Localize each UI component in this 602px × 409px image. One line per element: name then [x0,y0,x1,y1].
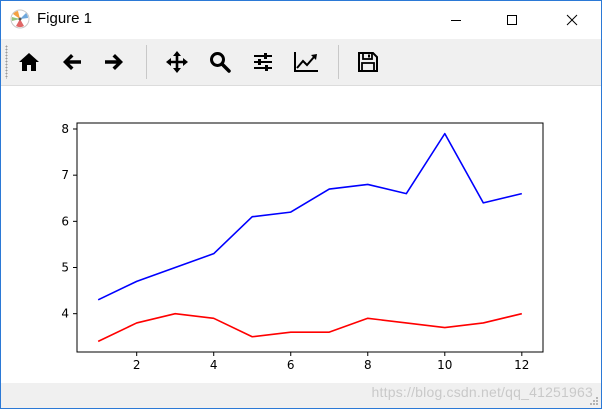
figure-canvas[interactable]: 2 4 6 8 10 12 4 5 6 7 8 [1,86,601,383]
x-tick-label: 4 [210,358,218,372]
subplots-icon [254,53,272,71]
watermark-text: https://blog.csdn.net/qq_41251963 [371,384,593,400]
y-tick-label: 6 [61,214,69,228]
maximize-icon [507,15,517,25]
x-tick-label: 8 [364,358,372,372]
line-chart[interactable]: 2 4 6 8 10 12 4 5 6 7 8 [1,86,601,383]
toolbar-separator [338,45,339,79]
y-tick-label: 7 [61,168,69,182]
y-tick-label: 8 [61,122,69,136]
y-tick-label: 5 [61,261,69,275]
toolbar-separator [146,45,147,79]
x-tick-label: 10 [437,358,452,372]
toolbar-grip[interactable] [5,45,8,79]
minimize-icon [451,20,461,21]
zoom-icon [210,52,231,73]
back-button[interactable] [56,46,88,78]
minimize-button[interactable] [433,1,479,39]
pan-button[interactable] [161,46,193,78]
title-bar[interactable]: Figure 1 [1,1,601,39]
navigation-toolbar [1,39,601,86]
zoom-button[interactable] [204,46,236,78]
save-icon [358,52,378,72]
matplotlib-logo-icon [10,9,30,29]
back-icon [63,54,81,70]
forward-icon [105,54,123,70]
edit-axis-icon [294,52,318,72]
save-button[interactable] [352,46,384,78]
resize-grip-icon[interactable] [589,396,599,406]
forward-button[interactable] [98,46,130,78]
home-button[interactable] [13,46,45,78]
plot-area[interactable] [76,122,544,353]
close-button[interactable] [549,1,595,39]
status-bar: https://blog.csdn.net/qq_41251963 [1,383,601,408]
configure-subplots-button[interactable] [247,46,279,78]
y-tick-label: 4 [61,307,69,321]
x-tick-label: 6 [287,358,295,372]
edit-axis-button[interactable] [290,46,322,78]
maximize-button[interactable] [489,1,535,39]
x-tick-label: 12 [514,358,529,372]
pan-icon [166,51,188,73]
window-title: Figure 1 [37,10,93,27]
figure-window: Figure 1 2 4 6 8 10 12 4 5 6 7 8 https:/… [0,0,602,409]
close-icon [566,14,578,26]
home-icon [19,53,39,71]
x-tick-label: 2 [133,358,141,372]
